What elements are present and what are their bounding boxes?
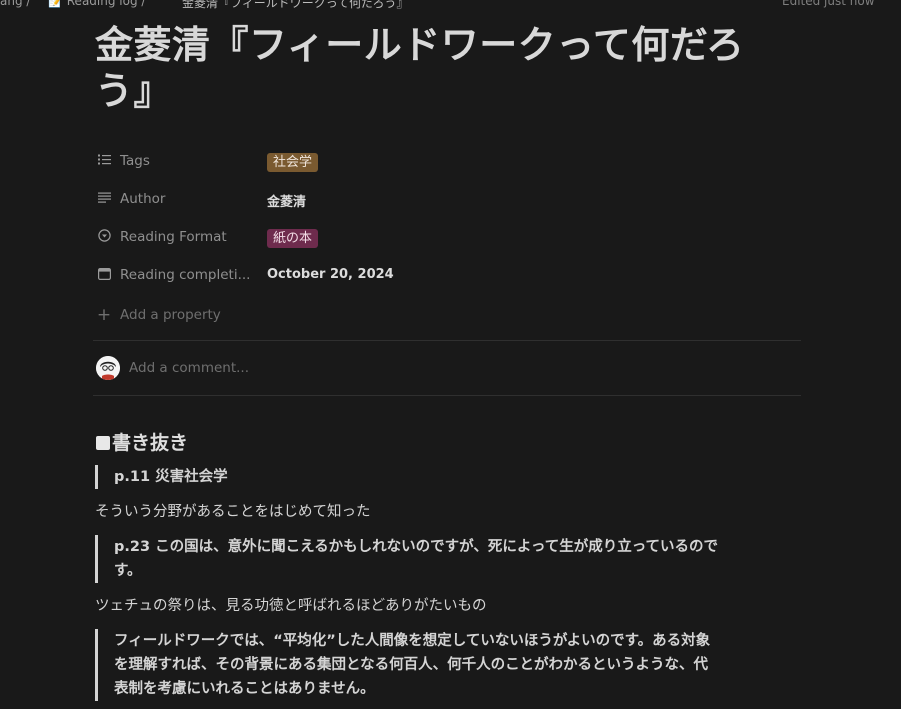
plus-icon: +: [96, 305, 112, 325]
text-lines-icon: [96, 192, 112, 206]
list-icon: [96, 154, 112, 168]
quote-text-line: す。: [114, 563, 142, 579]
property-value-reading-format[interactable]: 紙の本: [267, 229, 319, 248]
property-row-author[interactable]: Author 金菱清: [96, 188, 796, 212]
quote-text-line: p.23 この国は、意外に聞こえるかもしれないのですが、死によって生が成り立って…: [114, 539, 719, 555]
quote-text: p.11 災害社会学: [114, 469, 228, 485]
add-property-label: Add a property: [120, 307, 221, 323]
property-label: Reading Format: [120, 229, 227, 245]
quote-block[interactable]: p.23 この国は、意外に聞こえるかもしれないのですが、死によって生が成り立って…: [95, 535, 718, 583]
property-label: Reading completi...: [120, 267, 251, 283]
divider: [93, 340, 801, 341]
property-label: Tags: [120, 153, 150, 169]
comment-input[interactable]: Add a comment...: [129, 360, 249, 376]
breadcrumb-item-reading-log[interactable]: 📝 Reading log /: [48, 0, 145, 8]
tag-badge[interactable]: 紙の本: [267, 229, 319, 248]
breadcrumb-item-current-page[interactable]: 金菱清『フィールドワークって何だろう』: [182, 0, 408, 10]
property-value-date[interactable]: October 20, 2024: [267, 267, 394, 282]
edited-status: Edited just now: [782, 0, 875, 8]
section-heading: 書き抜き: [96, 428, 188, 455]
property-row-reading-completion[interactable]: Reading completi... October 20, 2024: [96, 264, 796, 288]
property-name-tags[interactable]: Tags: [96, 153, 256, 169]
property-value-author[interactable]: 金菱清: [267, 191, 306, 210]
quote-block[interactable]: p.11 災害社会学: [95, 465, 228, 489]
quote-text-line: 表制を考慮にいれることはありません。: [114, 681, 375, 697]
tag-badge[interactable]: 社会学: [267, 153, 319, 172]
property-name-author[interactable]: Author: [96, 191, 256, 207]
breadcrumb: ang / 📝 Reading log / 金菱清『フィールドワークって何だろう…: [0, 0, 901, 10]
property-name-reading-completion[interactable]: Reading completi...: [96, 267, 256, 283]
text-block[interactable]: そういう分野があることをはじめて知った: [95, 500, 371, 524]
property-row-tags[interactable]: Tags 社会学: [96, 150, 796, 174]
select-circle-icon: [96, 229, 112, 245]
quote-text-line: フィールドワークでは、“平均化”した人間像を想定していないほうがよいのです。ある…: [114, 633, 711, 649]
divider: [93, 395, 801, 396]
square-bullet-icon: [96, 436, 110, 450]
page-title[interactable]: 金菱清『フィールドワークって何だろう』: [95, 22, 795, 114]
calendar-icon: [96, 267, 112, 283]
property-row-reading-format[interactable]: Reading Format 紙の本: [96, 226, 796, 250]
quote-block[interactable]: フィールドワークでは、“平均化”した人間像を想定していないほうがよいのです。ある…: [95, 629, 710, 701]
section-heading-text: 書き抜き: [112, 432, 189, 454]
quote-text-line: を理解すれば、その背景にある集団となる何百人、何千人のことがわかるというような、…: [114, 657, 709, 673]
property-label: Author: [120, 191, 166, 207]
add-property-button[interactable]: + Add a property: [96, 305, 221, 325]
text-block[interactable]: ツェチュの祭りは、見る功徳と呼ばれるほどありがたいもの: [95, 594, 487, 618]
avatar: [96, 356, 120, 380]
property-value-tags[interactable]: 社会学: [267, 153, 319, 172]
breadcrumb-item-parent[interactable]: ang /: [0, 0, 30, 8]
property-name-reading-format[interactable]: Reading Format: [96, 229, 256, 245]
